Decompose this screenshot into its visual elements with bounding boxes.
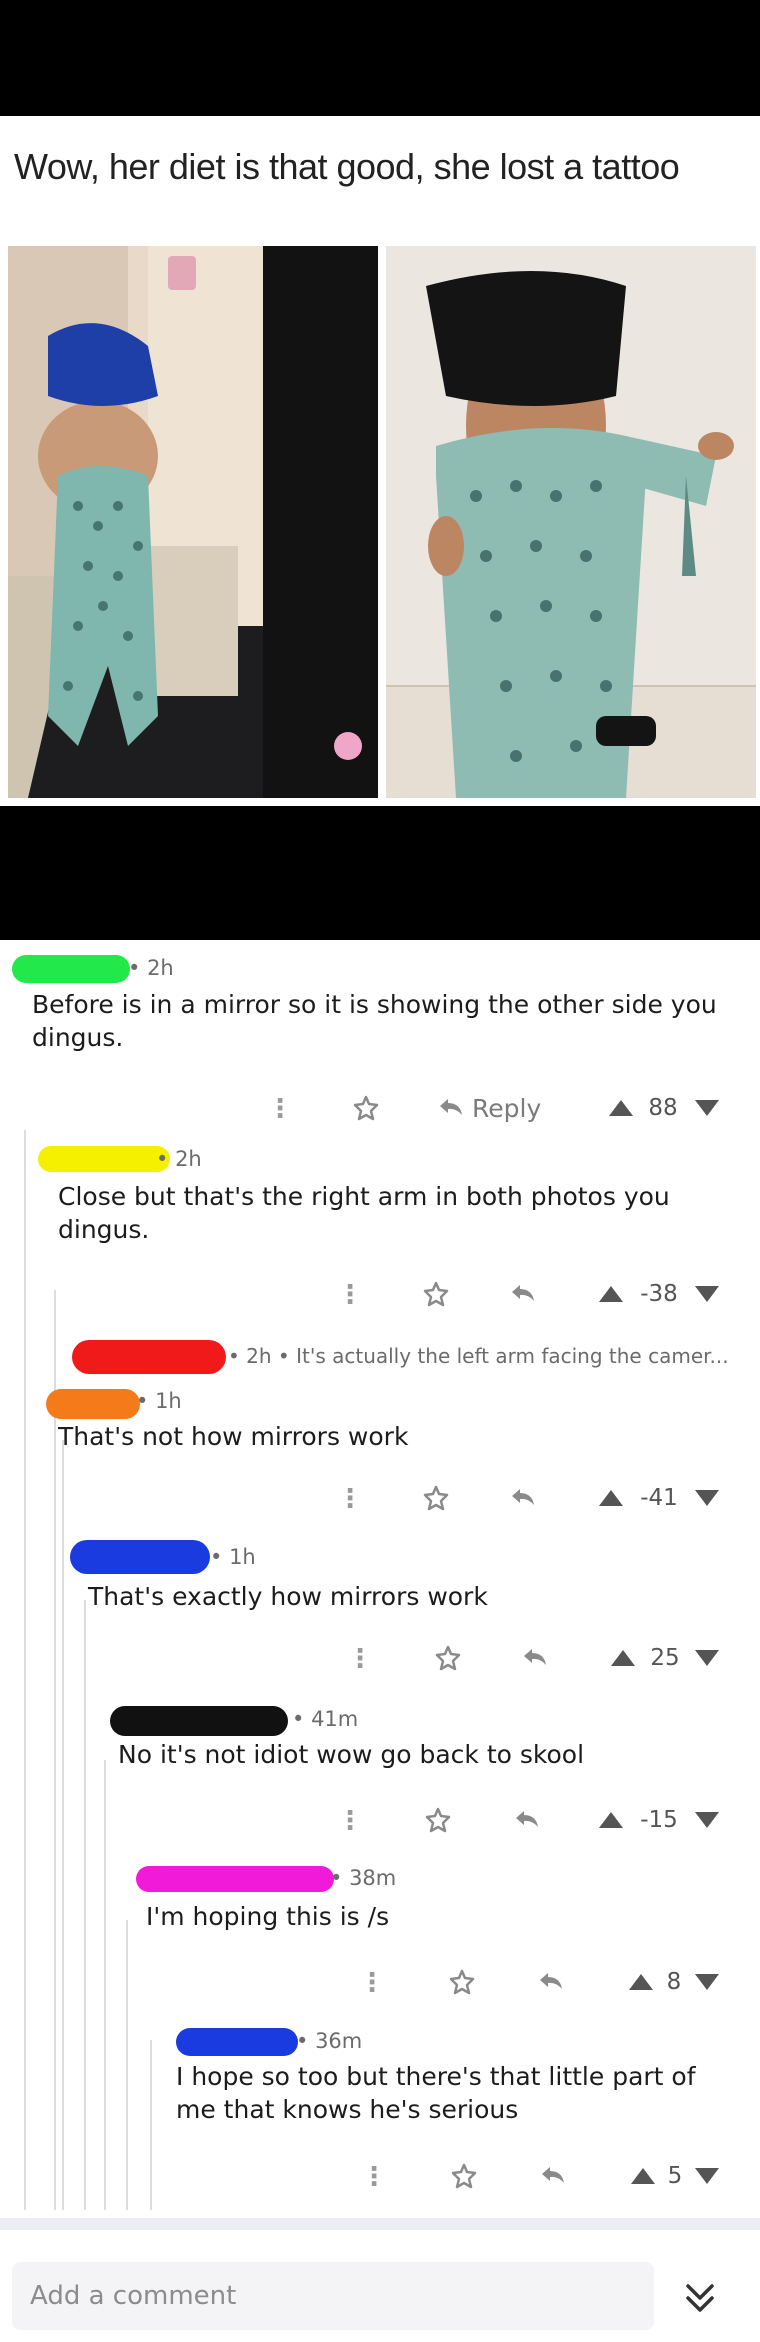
comment-timestamp: • 38m	[330, 1866, 397, 1890]
reply-arrow-icon	[440, 1099, 462, 1115]
downvote-icon[interactable]	[692, 1280, 722, 1308]
upvote-icon[interactable]	[608, 1644, 638, 1672]
thread-line	[104, 1760, 106, 2210]
collapsed-preview: It's actually the left arm facing the ca…	[296, 1344, 729, 1368]
more-vertical-icon[interactable]: ⋮	[347, 1638, 373, 1678]
comment-body: That's not how mirrors work	[58, 1422, 409, 1451]
downvote-icon[interactable]	[692, 1968, 722, 1996]
double-chevron-down-icon[interactable]	[680, 2278, 720, 2318]
upvote-icon[interactable]	[596, 1484, 626, 1512]
upvote-icon[interactable]	[596, 1280, 626, 1308]
upvote-icon[interactable]	[606, 1094, 636, 1122]
more-vertical-icon[interactable]: ⋮	[359, 1962, 385, 2002]
thread-line	[62, 1440, 64, 2210]
vote-score: 25	[650, 1645, 680, 1671]
vote-score: -38	[640, 1281, 678, 1307]
comment-timestamp: • 41m	[292, 1707, 359, 1731]
add-comment-input[interactable]: Add a comment	[12, 2262, 654, 2330]
comment-body: No it's not idiot wow go back to skool	[118, 1740, 585, 1769]
comment-timestamp: • 2h	[128, 956, 174, 980]
comment-timestamp: • 2h	[156, 1147, 202, 1171]
upvote-icon[interactable]	[596, 1806, 626, 1834]
redacted-username	[176, 2028, 298, 2056]
comment-timestamp: • 36m	[296, 2029, 363, 2053]
redacted-username	[12, 955, 130, 983]
upvote-icon[interactable]	[626, 1968, 656, 1996]
award-icon[interactable]	[418, 1274, 454, 1314]
thread-line	[150, 2040, 152, 2210]
award-icon[interactable]	[444, 1962, 480, 2002]
thread-line	[126, 1920, 128, 2210]
more-vertical-icon[interactable]: ⋮	[337, 1274, 363, 1314]
vote-score: 5	[667, 2163, 683, 2189]
vote-score: 88	[648, 1095, 678, 1121]
thread-line	[84, 1600, 86, 2210]
redacted-username	[38, 1146, 170, 1172]
comment-timestamp: • 1h	[210, 1545, 256, 1569]
before-photo	[8, 246, 378, 798]
downvote-icon[interactable]	[692, 1806, 722, 1834]
redacted-username	[136, 1866, 334, 1892]
more-vertical-icon[interactable]: ⋮	[337, 1478, 363, 1518]
award-icon[interactable]	[430, 1638, 466, 1678]
reply-arrow-icon[interactable]	[536, 1962, 566, 2002]
add-comment-placeholder: Add a comment	[30, 2281, 237, 2311]
redacted-username	[72, 1340, 226, 1374]
comment-body: Close but that's the right arm in both p…	[58, 1182, 670, 1244]
vote-score: -15	[640, 1807, 678, 1833]
reply-arrow-icon[interactable]	[508, 1478, 538, 1518]
reply-arrow-icon[interactable]	[512, 1800, 542, 1840]
reply-arrow-icon[interactable]	[520, 1638, 550, 1678]
downvote-icon[interactable]	[692, 2162, 722, 2190]
upvote-icon[interactable]	[628, 2162, 658, 2190]
reply-arrow-icon[interactable]	[508, 1274, 538, 1314]
downvote-icon[interactable]	[692, 1644, 722, 1672]
award-icon[interactable]	[446, 2156, 482, 2196]
downvote-icon[interactable]	[692, 1484, 722, 1512]
top-black-bar	[0, 0, 760, 116]
reply-arrow-icon[interactable]	[538, 2156, 568, 2196]
downvote-icon[interactable]	[692, 1094, 722, 1122]
after-photo	[386, 246, 756, 798]
reply-label: Reply	[472, 1093, 542, 1123]
redacted-username	[70, 1540, 210, 1574]
comment-timestamp: • 1h	[136, 1389, 182, 1413]
comment-body: That's exactly how mirrors work	[88, 1582, 488, 1611]
award-icon[interactable]	[418, 1478, 454, 1518]
comment-body: I'm hoping this is /s	[146, 1902, 390, 1931]
award-icon[interactable]	[420, 1800, 456, 1840]
award-icon[interactable]	[348, 1088, 384, 1128]
more-vertical-icon[interactable]: ⋮	[361, 2156, 387, 2196]
vote-score: 8	[666, 1969, 682, 1995]
vote-score: -41	[640, 1485, 678, 1511]
reply-button[interactable]: Reply	[438, 1088, 558, 1128]
footer-divider	[0, 2218, 760, 2230]
redacted-username	[46, 1389, 140, 1419]
comment-body: Before is in a mirror so it is showing t…	[32, 990, 717, 1052]
comment-body: I hope so too but there's that little pa…	[176, 2062, 696, 2124]
redacted-username	[110, 1706, 288, 1736]
thread-line	[54, 1290, 56, 2210]
more-vertical-icon[interactable]: ⋮	[267, 1088, 293, 1128]
bottom-black-bar	[0, 806, 760, 940]
more-vertical-icon[interactable]: ⋮	[337, 1800, 363, 1840]
meme-caption: Wow, her diet is that good, she lost a t…	[14, 146, 680, 187]
thread-line	[24, 1130, 26, 2210]
comment-timestamp: • 2h • It's actually the left arm facing…	[228, 1344, 729, 1368]
